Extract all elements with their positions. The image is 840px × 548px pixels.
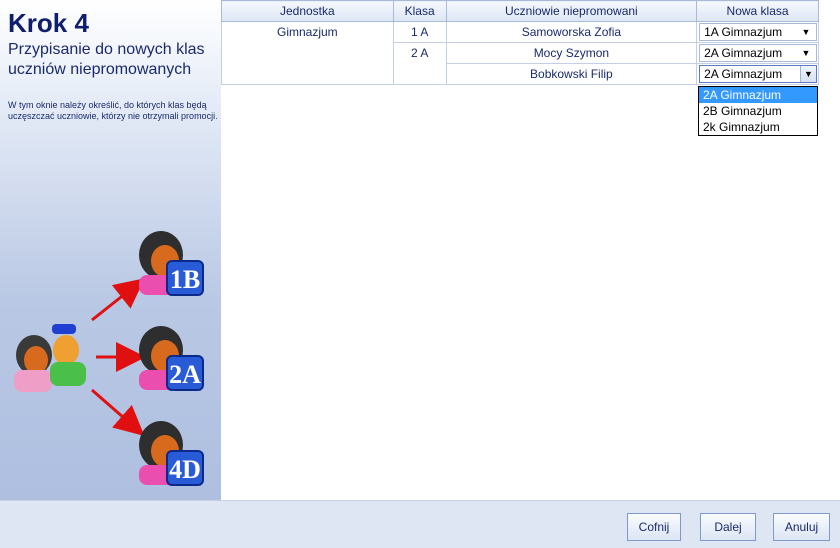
assignment-table-area: Jednostka Klasa Uczniowie niepromowani N… bbox=[221, 0, 840, 500]
students-table: Jednostka Klasa Uczniowie niepromowani N… bbox=[221, 0, 819, 85]
wizard-button-bar: Cofnij Dalej Anuluj bbox=[0, 500, 840, 548]
column-header-class[interactable]: Klasa bbox=[392, 0, 447, 22]
wizard-side-panel: Krok 4 Przypisanie do nowych klas ucznió… bbox=[0, 0, 221, 500]
class-cell: 2 A bbox=[392, 42, 447, 85]
unit-cell: Gimnazjum bbox=[221, 21, 394, 85]
target-student-1b: 1B bbox=[139, 231, 204, 296]
target-student-4d: 4D bbox=[139, 421, 204, 486]
step-title: Krok 4 bbox=[8, 8, 89, 38]
student-name-cell: Mocy Szymon bbox=[445, 42, 698, 64]
select-value: 1A Gimnazjum bbox=[704, 25, 783, 39]
step-subtitle: Przypisanie do nowych klas uczniów niepr… bbox=[8, 41, 205, 78]
new-class-select[interactable]: 2A Gimnazjum ▼ bbox=[699, 44, 817, 62]
back-button[interactable]: Cofnij bbox=[627, 513, 681, 541]
column-header-new-class[interactable]: Nowa klasa bbox=[696, 0, 819, 22]
new-class-select[interactable]: 1A Gimnazjum ▼ bbox=[699, 23, 817, 41]
select-value: 2A Gimnazjum bbox=[704, 67, 783, 81]
chevron-down-icon[interactable]: ▼ bbox=[799, 24, 813, 40]
arrow-to-1b bbox=[91, 278, 145, 322]
table-row: Gimnazjum 1 A Samoworska Zofia 1A Gimnaz… bbox=[221, 21, 819, 85]
student-name-cell: Samoworska Zofia bbox=[445, 21, 698, 43]
cancel-button[interactable]: Anuluj bbox=[773, 513, 830, 541]
class-label-4d: 4D bbox=[169, 455, 201, 484]
new-class-dropdown-list: 2A Gimnazjum 2B Gimnazjum 2k Gimnazjum bbox=[698, 86, 818, 136]
table-header-row: Jednostka Klasa Uczniowie niepromowani N… bbox=[221, 0, 819, 22]
dropdown-option[interactable]: 2B Gimnazjum bbox=[699, 103, 817, 119]
chevron-down-icon[interactable]: ▼ bbox=[800, 66, 816, 82]
new-class-select[interactable]: 2A Gimnazjum ▼ bbox=[699, 65, 817, 83]
new-class-cell: 2A Gimnazjum ▼ bbox=[696, 63, 819, 85]
step-description: W tym oknie należy określić, do których … bbox=[8, 100, 218, 121]
student-boy-icon bbox=[50, 324, 86, 386]
promotion-illustration: 1B 2A 4D bbox=[14, 231, 204, 486]
class-label-1b: 1B bbox=[170, 265, 200, 294]
chevron-down-icon[interactable]: ▼ bbox=[799, 45, 813, 61]
class-label-2a: 2A bbox=[169, 360, 201, 389]
new-class-cell: 1A Gimnazjum ▼ bbox=[696, 21, 819, 43]
student-name-cell: Bobkowski Filip bbox=[445, 63, 698, 85]
column-header-students[interactable]: Uczniowie niepromowani bbox=[445, 0, 698, 22]
dropdown-option[interactable]: 2A Gimnazjum bbox=[699, 87, 817, 103]
new-class-cell: 2A Gimnazjum ▼ bbox=[696, 42, 819, 64]
arrow-to-4d bbox=[91, 388, 145, 436]
dropdown-option[interactable]: 2k Gimnazjum bbox=[699, 119, 817, 135]
target-student-2a: 2A bbox=[139, 326, 204, 391]
student-girl-icon bbox=[14, 335, 52, 392]
class-cell: 1 A bbox=[392, 21, 447, 43]
column-header-unit[interactable]: Jednostka bbox=[221, 0, 394, 22]
next-button[interactable]: Dalej bbox=[700, 513, 756, 541]
select-value: 2A Gimnazjum bbox=[704, 46, 783, 60]
